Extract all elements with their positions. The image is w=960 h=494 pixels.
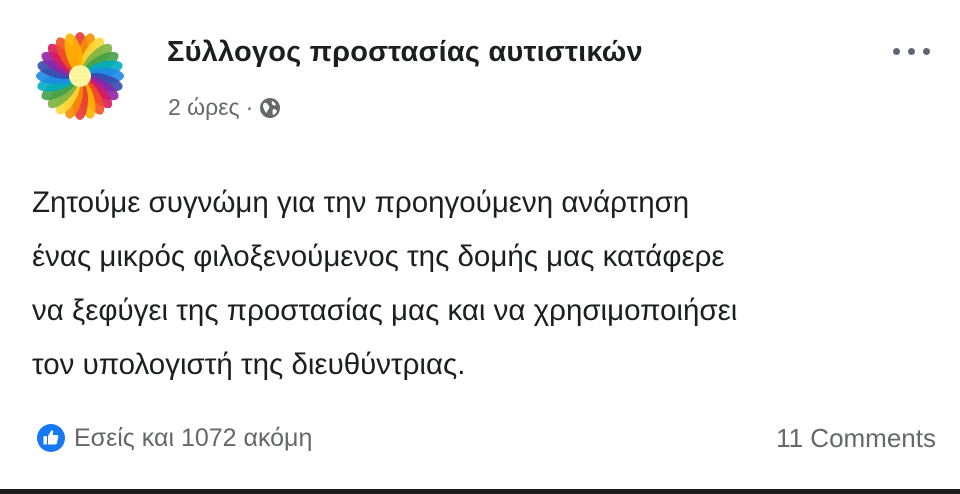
- rainbow-flower-icon: [36, 32, 124, 120]
- post-text-line: Ζητούμε συγνώμη για την προηγούμενη ανάρ…: [32, 186, 690, 219]
- post-text-line: ένας μικρός φιλοξενούμενος της δομής μας…: [32, 240, 725, 273]
- reactions-label: Εσείς και 1072 ακόμη: [74, 423, 313, 452]
- post-footer: Εσείς και 1072 ακόμη 11 Comments: [36, 418, 936, 458]
- more-options-button[interactable]: [889, 44, 934, 59]
- post-body: Ζητούμε συγνώμη για την προηγούμενη ανάρ…: [32, 176, 942, 392]
- post-timestamp[interactable]: 2 ώρες: [168, 94, 240, 121]
- page-avatar[interactable]: [34, 30, 126, 122]
- post-text-line: να ξεφύγει της προστασίας μας και να χρη…: [32, 294, 738, 327]
- reactions-summary[interactable]: Εσείς και 1072 ακόμη: [36, 423, 312, 453]
- author-name[interactable]: Σύλλογος προστασίας αυτιστικών: [167, 36, 643, 69]
- globe-icon[interactable]: [259, 97, 281, 119]
- like-icon: [37, 424, 65, 452]
- facebook-post: Σύλλογος προστασίας αυτιστικών 2 ώρες · …: [0, 0, 960, 494]
- post-text-line: τον υπολογιστή της διευθύντριας.: [32, 348, 466, 381]
- comments-count-link[interactable]: 11 Comments: [776, 423, 936, 454]
- bottom-divider: [0, 489, 960, 494]
- post-meta: 2 ώρες ·: [168, 94, 281, 121]
- more-horizontal-icon: [893, 48, 900, 55]
- meta-separator: ·: [245, 94, 254, 120]
